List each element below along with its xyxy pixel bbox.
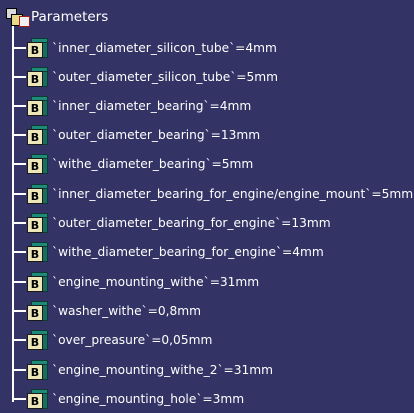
tree-branch-line bbox=[12, 339, 26, 341]
parameter-label[interactable]: `over_preasure`=0,05mm bbox=[52, 331, 212, 349]
parameters-tree: Parameters B `inner_diameter_silicon_tube… bbox=[0, 0, 414, 413]
tree-branch-line bbox=[12, 222, 26, 224]
tree-branch-line bbox=[12, 193, 26, 195]
parameter-icon[interactable]: B bbox=[26, 272, 48, 292]
parameter-icon[interactable]: B bbox=[26, 38, 48, 58]
parameter-icon[interactable]: B bbox=[26, 125, 48, 145]
parameter-label[interactable]: `outer_diameter_silicon_tube`=5mm bbox=[52, 68, 278, 86]
parameters-root-label[interactable]: Parameters bbox=[31, 9, 108, 25]
parameter-label[interactable]: `washer_withe`=0,8mm bbox=[52, 302, 201, 320]
parameter-icon[interactable]: B bbox=[26, 67, 48, 87]
tree-branch-line bbox=[12, 134, 26, 136]
parameter-icon[interactable]: B bbox=[26, 213, 48, 233]
tree-branch-line bbox=[12, 281, 26, 283]
tree-branch-line bbox=[12, 310, 26, 312]
parameter-label[interactable]: `withe_diameter_bearing`=5mm bbox=[52, 155, 253, 173]
tree-branch-line bbox=[12, 163, 26, 165]
parameter-label[interactable]: `withe_diameter_bearing_for_engine`=4mm bbox=[52, 243, 324, 261]
tree-branch-line bbox=[12, 47, 26, 49]
parameter-icon[interactable]: B bbox=[26, 389, 48, 409]
tree-branch-line bbox=[12, 105, 26, 107]
tree-branch-line bbox=[12, 76, 26, 78]
parameter-label[interactable]: `outer_diameter_bearing`=13mm bbox=[52, 126, 260, 144]
parameter-label[interactable]: `inner_diameter_bearing`=4mm bbox=[52, 97, 251, 115]
tree-connector-line bbox=[12, 26, 14, 402]
parameters-root-node[interactable]: Parameters bbox=[4, 6, 108, 28]
parameter-label[interactable]: `engine_mounting_withe`=31mm bbox=[52, 273, 259, 291]
parameter-icon[interactable]: B bbox=[26, 242, 48, 262]
parameters-set-icon[interactable] bbox=[4, 6, 30, 28]
parameter-label[interactable]: `inner_diameter_bearing_for_engine/engin… bbox=[52, 185, 413, 203]
parameter-icon[interactable]: B bbox=[26, 154, 48, 174]
parameter-icon[interactable]: B bbox=[26, 301, 48, 321]
tree-branch-line bbox=[12, 398, 26, 400]
parameter-label[interactable]: `outer_diameter_bearing_for_engine`=13mm bbox=[52, 214, 331, 232]
parameter-label[interactable]: `inner_diameter_silicon_tube`=4mm bbox=[52, 39, 277, 57]
parameter-icon[interactable]: B bbox=[26, 184, 48, 204]
tree-branch-line bbox=[12, 369, 26, 371]
parameter-icon[interactable]: B bbox=[26, 360, 48, 380]
parameter-icon[interactable]: B bbox=[26, 96, 48, 116]
parameter-label[interactable]: `engine_mounting_withe_2`=31mm bbox=[52, 361, 273, 379]
tree-branch-line bbox=[12, 251, 26, 253]
parameter-icon[interactable]: B bbox=[26, 330, 48, 350]
parameter-label[interactable]: `engine_mounting_hole`=3mm bbox=[52, 390, 244, 408]
